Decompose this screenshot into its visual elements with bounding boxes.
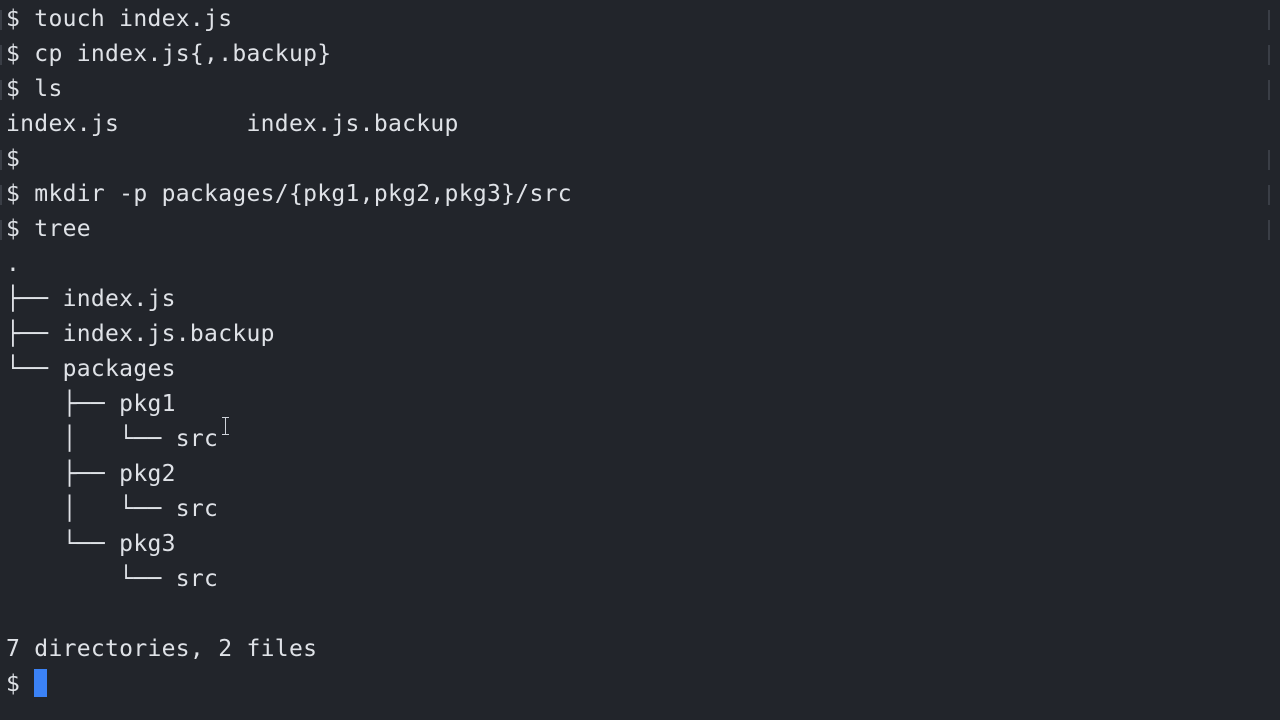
edge-marker: [1268, 45, 1270, 65]
tree-line: ├── pkg1: [6, 391, 176, 417]
tree-line: ├── index.js: [6, 286, 176, 312]
prompt-symbol: $: [6, 671, 35, 697]
terminal-window[interactable]: $ touch index.js $ cp index.js{,.backup}…: [0, 0, 1280, 720]
edge-marker: [1268, 150, 1270, 170]
command-line: $ cp index.js{,.backup}: [6, 41, 332, 67]
edge-marker: [1268, 220, 1270, 240]
command-line: $ touch index.js: [6, 6, 233, 32]
prompt-marker: [0, 185, 2, 205]
command-line: $ ls: [6, 76, 63, 102]
tree-line: └── src: [6, 566, 219, 592]
prompt-marker: [0, 10, 2, 30]
output-line: index.js index.js.backup: [6, 111, 459, 137]
edge-marker: [1268, 185, 1270, 205]
command-line: $: [6, 146, 21, 172]
tree-line: ├── pkg2: [6, 461, 176, 487]
edge-marker: [1268, 80, 1270, 100]
tree-line: .: [6, 251, 21, 277]
command-line: $ mkdir -p packages/{pkg1,pkg2,pkg3}/src: [6, 181, 572, 207]
prompt-marker: [0, 220, 2, 240]
prompt-marker: [0, 150, 2, 170]
command-line: $ tree: [6, 216, 91, 242]
mouse-ibeam-icon: [221, 417, 231, 435]
tree-line: │ └── src: [6, 496, 219, 522]
tree-line: │ └── src: [6, 426, 219, 452]
edge-marker: [1268, 10, 1270, 30]
text-cursor: [34, 668, 48, 697]
prompt-marker: [0, 45, 2, 65]
tree-line: └── pkg3: [6, 531, 176, 557]
tree-line: ├── index.js.backup: [6, 321, 275, 347]
tree-line: └── packages: [6, 356, 176, 382]
active-prompt-line[interactable]: $: [6, 667, 48, 702]
summary-line: 7 directories, 2 files: [6, 636, 318, 662]
prompt-marker: [0, 80, 2, 100]
